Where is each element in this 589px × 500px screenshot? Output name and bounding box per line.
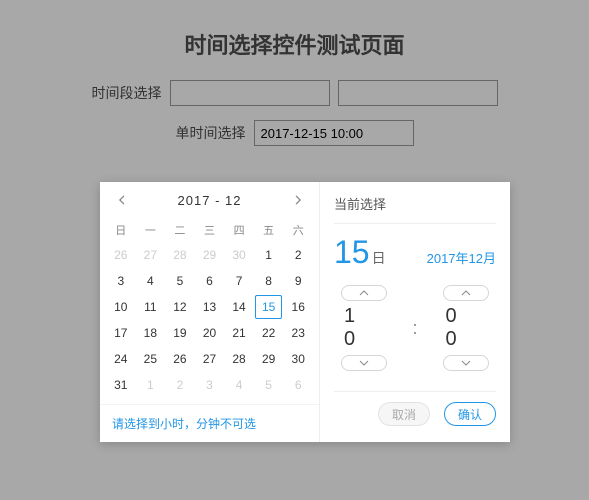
weekday-cell: 四 bbox=[224, 222, 254, 238]
minute-down-button[interactable] bbox=[443, 355, 489, 371]
minute-value: 0 0 bbox=[436, 305, 496, 351]
day-cell[interactable]: 28 bbox=[225, 347, 253, 371]
single-time-row: 单时间选择 bbox=[40, 120, 549, 146]
day-cell[interactable]: 28 bbox=[166, 243, 194, 267]
day-cell[interactable]: 31 bbox=[107, 373, 135, 397]
time-colon: : bbox=[412, 318, 417, 339]
day-cell[interactable]: 22 bbox=[255, 321, 283, 345]
day-cell[interactable]: 29 bbox=[196, 243, 224, 267]
day-cell[interactable]: 23 bbox=[284, 321, 312, 345]
minute-stepper: 0 0 bbox=[436, 285, 496, 371]
datetime-picker-popover: 2017 - 12 日一二三四五六 2627282930123456789101… bbox=[100, 182, 510, 442]
day-cell[interactable]: 2 bbox=[284, 243, 312, 267]
day-cell[interactable]: 14 bbox=[225, 295, 253, 319]
day-cell[interactable]: 9 bbox=[284, 269, 312, 293]
day-cell[interactable]: 13 bbox=[196, 295, 224, 319]
range-label: 时间段选择 bbox=[92, 83, 162, 103]
day-cell[interactable]: 11 bbox=[137, 295, 165, 319]
day-cell[interactable]: 26 bbox=[107, 243, 135, 267]
day-cell[interactable]: 7 bbox=[225, 269, 253, 293]
weekday-cell: 二 bbox=[165, 222, 195, 238]
picker-hint: 请选择到小时，分钟不可选 bbox=[100, 404, 319, 442]
day-cell[interactable]: 26 bbox=[166, 347, 194, 371]
range-end-input[interactable] bbox=[338, 80, 498, 106]
weekday-cell: 六 bbox=[283, 222, 313, 238]
day-cell[interactable]: 18 bbox=[137, 321, 165, 345]
hour-down-button[interactable] bbox=[341, 355, 387, 371]
day-cell[interactable]: 21 bbox=[225, 321, 253, 345]
day-cell[interactable]: 1 bbox=[255, 243, 283, 267]
day-cell[interactable]: 19 bbox=[166, 321, 194, 345]
day-cell[interactable]: 16 bbox=[284, 295, 312, 319]
next-month-button[interactable] bbox=[289, 191, 307, 209]
day-cell[interactable]: 2 bbox=[166, 373, 194, 397]
hour-stepper: 1 0 bbox=[334, 285, 394, 371]
day-cell[interactable]: 24 bbox=[107, 347, 135, 371]
page-title: 时间选择控件测试页面 bbox=[40, 28, 549, 60]
day-cell[interactable]: 15 bbox=[255, 295, 283, 319]
day-cell[interactable]: 5 bbox=[255, 373, 283, 397]
range-start-input[interactable] bbox=[170, 80, 330, 106]
day-cell[interactable]: 27 bbox=[137, 243, 165, 267]
selected-year-month: 2017年12月 bbox=[427, 248, 496, 267]
day-cell[interactable]: 5 bbox=[166, 269, 194, 293]
single-label: 单时间选择 bbox=[176, 123, 246, 143]
time-panel: 当前选择 15日 2017年12月 1 0 : 0 0 取消 确认 bbox=[320, 182, 510, 442]
current-selection-label: 当前选择 bbox=[334, 190, 496, 224]
day-cell[interactable]: 10 bbox=[107, 295, 135, 319]
weekday-cell: 一 bbox=[136, 222, 166, 238]
day-cell[interactable]: 29 bbox=[255, 347, 283, 371]
time-range-row: 时间段选择 bbox=[40, 80, 549, 106]
day-cell[interactable]: 17 bbox=[107, 321, 135, 345]
hour-up-button[interactable] bbox=[341, 285, 387, 301]
day-cell[interactable]: 30 bbox=[225, 243, 253, 267]
day-cell[interactable]: 6 bbox=[284, 373, 312, 397]
day-cell[interactable]: 25 bbox=[137, 347, 165, 371]
calendar-month-title: 2017 - 12 bbox=[178, 193, 242, 208]
single-time-input[interactable] bbox=[254, 120, 414, 146]
confirm-button[interactable]: 确认 bbox=[444, 402, 496, 426]
day-cell[interactable]: 3 bbox=[107, 269, 135, 293]
weekday-cell: 五 bbox=[254, 222, 284, 238]
cancel-button[interactable]: 取消 bbox=[378, 402, 430, 426]
day-cell[interactable]: 30 bbox=[284, 347, 312, 371]
prev-month-button[interactable] bbox=[112, 191, 130, 209]
calendar-grid: 2627282930123456789101112131415161718192… bbox=[100, 242, 319, 404]
weekday-cell: 三 bbox=[195, 222, 225, 238]
day-cell[interactable]: 4 bbox=[137, 269, 165, 293]
day-cell[interactable]: 3 bbox=[196, 373, 224, 397]
day-cell[interactable]: 1 bbox=[137, 373, 165, 397]
selected-day: 15 bbox=[334, 234, 370, 270]
day-cell[interactable]: 4 bbox=[225, 373, 253, 397]
weekday-cell: 日 bbox=[106, 222, 136, 238]
day-cell[interactable]: 6 bbox=[196, 269, 224, 293]
day-suffix: 日 bbox=[372, 250, 386, 266]
minute-up-button[interactable] bbox=[443, 285, 489, 301]
calendar-panel: 2017 - 12 日一二三四五六 2627282930123456789101… bbox=[100, 182, 320, 442]
weekday-header: 日一二三四五六 bbox=[100, 218, 319, 242]
day-cell[interactable]: 27 bbox=[196, 347, 224, 371]
day-cell[interactable]: 8 bbox=[255, 269, 283, 293]
day-cell[interactable]: 20 bbox=[196, 321, 224, 345]
hour-value: 1 0 bbox=[334, 305, 394, 351]
day-cell[interactable]: 12 bbox=[166, 295, 194, 319]
